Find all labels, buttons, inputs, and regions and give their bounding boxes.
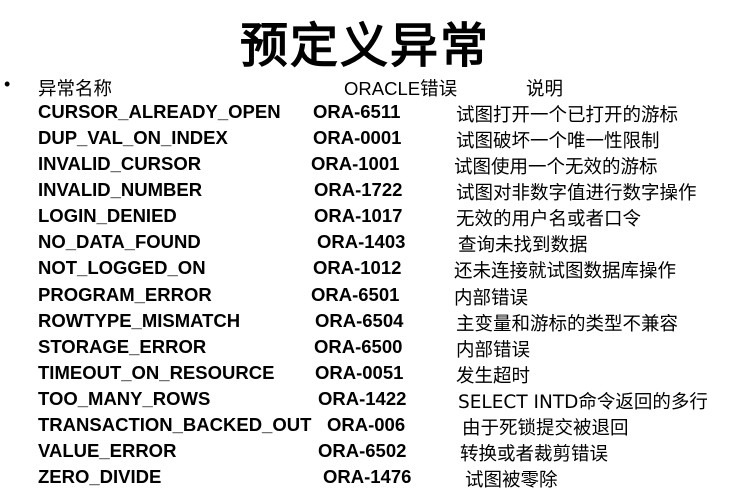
table-row: NOT_LOGGED_ON ORA-1012 还未连接就试图数据库操作 (0, 257, 755, 283)
header-desc: 说明 (526, 78, 564, 99)
exception-name: ZERO_DIVIDE (38, 466, 162, 487)
table-row: TOO_MANY_ROWS ORA-1422 SELECT INTD命令返回的多… (0, 388, 755, 414)
table-row: PROGRAM_ERROR ORA-6501 内部错误 (0, 284, 755, 310)
table-row: TIMEOUT_ON_RESOURCE ORA-0051 发生超时 (0, 362, 755, 388)
exception-description: 内部错误 (454, 288, 529, 309)
exception-name: NOT_LOGGED_ON (38, 257, 206, 278)
exception-description: 转换或者裁剪错误 (460, 444, 609, 465)
exception-description: 试图对非数字值进行数字操作 (456, 183, 697, 204)
page-title: 预定义异常 (239, 18, 490, 74)
error-code: ORA-1422 (318, 388, 407, 409)
table-row: VALUE_ERROR ORA-6502 转换或者裁剪错误 (0, 440, 755, 466)
error-code: ORA-1017 (314, 205, 403, 226)
exception-name: LOGIN_DENIED (38, 205, 177, 226)
exception-name: NO_DATA_FOUND (38, 231, 201, 252)
exception-description: SELECT INTD命令返回的多行 (458, 392, 708, 413)
exception-name: TOO_MANY_ROWS (38, 388, 211, 409)
table-row: CURSOR_ALREADY_OPEN ORA-6511 试图打开一个已打开的游… (0, 101, 755, 127)
error-code: ORA-0051 (315, 362, 404, 383)
exception-description: 发生超时 (456, 366, 531, 387)
exception-description: 由于死锁提交被退回 (462, 418, 629, 439)
exception-name: STORAGE_ERROR (38, 336, 207, 357)
table-row: LOGIN_DENIED ORA-1017 无效的用户名或者口令 (0, 205, 755, 231)
header-code: ORACLE错误 (344, 78, 458, 99)
exception-description: 主变量和游标的类型不兼容 (456, 314, 679, 335)
table-row: ROWTYPE_MISMATCH ORA-6504 主变量和游标的类型不兼容 (0, 310, 755, 336)
error-code: ORA-6500 (314, 336, 403, 357)
error-code: ORA-1012 (313, 257, 402, 278)
exception-description: 还未连接就试图数据库操作 (454, 261, 677, 282)
table-row: ZERO_DIVIDE ORA-1476 试图被零除 (0, 466, 755, 492)
table-row: DUP_VAL_ON_INDEX ORA-0001 试图破坏一个唯一性限制 (0, 127, 755, 153)
table-row: STORAGE_ERROR ORA-6500 内部错误 (0, 336, 755, 362)
exception-name: INVALID_NUMBER (38, 179, 203, 200)
error-code: ORA-1403 (317, 231, 406, 252)
table-header: 异常名称 ORACLE错误 说明 (0, 75, 755, 101)
error-code: ORA-6502 (318, 440, 407, 461)
exception-name: TIMEOUT_ON_RESOURCE (38, 362, 275, 383)
exception-description: 无效的用户名或者口令 (456, 209, 642, 230)
error-code: ORA-6511 (313, 101, 401, 122)
error-code: ORA-1722 (314, 179, 403, 200)
exception-name: PROGRAM_ERROR (38, 284, 212, 305)
exception-description: 试图使用一个无效的游标 (454, 157, 658, 178)
table-row: TRANSACTION_BACKED_OUT ORA-006 由于死锁提交被退回 (0, 414, 755, 440)
exception-description: 查询未找到数据 (458, 235, 588, 256)
table-row: INVALID_NUMBER ORA-1722 试图对非数字值进行数字操作 (0, 179, 755, 205)
exception-name: VALUE_ERROR (38, 440, 177, 461)
table-row: NO_DATA_FOUND ORA-1403 查询未找到数据 (0, 231, 755, 257)
error-code: ORA-0001 (313, 127, 402, 148)
table-row: INVALID_CURSOR ORA-1001 试图使用一个无效的游标 (0, 153, 755, 179)
exception-name: TRANSACTION_BACKED_OUT (38, 414, 312, 435)
header-name: 异常名称 (38, 78, 113, 99)
error-code: ORA-006 (327, 414, 406, 435)
exception-description: 试图打开一个已打开的游标 (456, 105, 679, 126)
exception-name: INVALID_CURSOR (38, 153, 202, 174)
error-code: ORA-1001 (311, 153, 400, 174)
error-code: ORA-6504 (315, 310, 404, 331)
exception-description: 试图被零除 (465, 470, 558, 491)
exception-description: 内部错误 (456, 340, 531, 361)
error-code: ORA-6501 (311, 284, 400, 305)
error-code: ORA-1476 (323, 466, 412, 487)
exception-name: ROWTYPE_MISMATCH (38, 310, 241, 331)
exception-description: 试图破坏一个唯一性限制 (456, 131, 660, 152)
exception-name: CURSOR_ALREADY_OPEN (38, 101, 281, 122)
exception-name: DUP_VAL_ON_INDEX (38, 127, 228, 148)
